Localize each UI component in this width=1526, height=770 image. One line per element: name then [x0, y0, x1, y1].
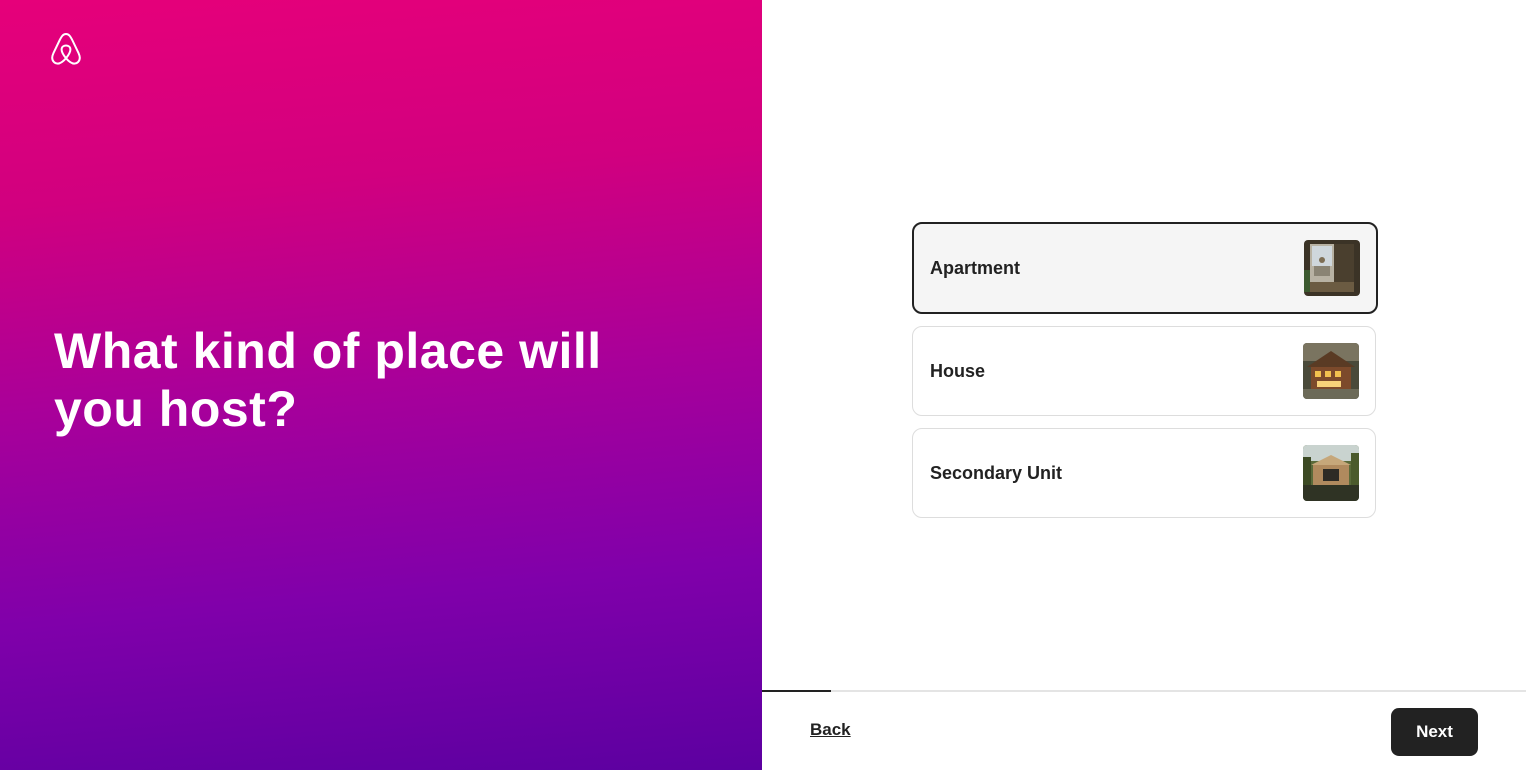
- option-label: Secondary Unit: [930, 462, 1063, 483]
- options-panel: Apartment House Secondary Unit Back Next: [762, 0, 1526, 770]
- option-apartment[interactable]: Apartment: [912, 222, 1378, 314]
- next-button[interactable]: Next: [1391, 708, 1478, 756]
- property-type-list: Apartment House Secondary Unit: [912, 222, 1378, 530]
- apartment-photo: [1304, 240, 1360, 296]
- page-title: What kind of place will you host?: [54, 323, 602, 437]
- house-photo: [1303, 343, 1359, 399]
- airbnb-logo-icon[interactable]: [50, 32, 82, 66]
- progress-fill: [762, 690, 831, 692]
- option-secondary-unit[interactable]: Secondary Unit: [912, 428, 1376, 518]
- option-label: House: [930, 360, 986, 381]
- progress-bar: [762, 690, 1526, 692]
- option-label: Apartment: [930, 257, 1021, 278]
- option-house[interactable]: House: [912, 326, 1376, 416]
- back-button[interactable]: Back: [810, 720, 851, 740]
- hero-panel: What kind of place will you host?: [0, 0, 762, 770]
- secondary-unit-photo: [1303, 445, 1359, 501]
